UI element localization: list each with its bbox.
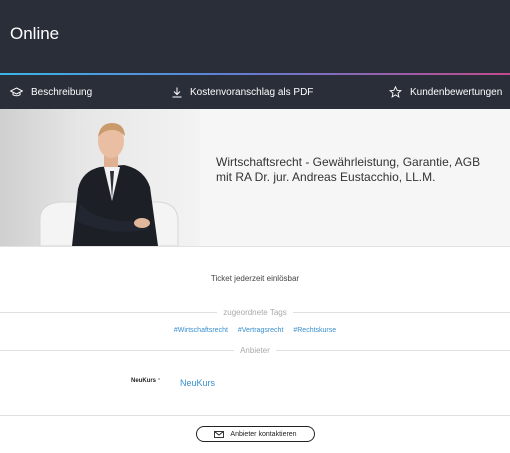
tab-navigation: Beschreibung Kostenvoranschlag als PDF K… [0, 75, 510, 109]
contact-provider-label: Anbieter kontaktieren [230, 430, 297, 438]
provider-logo: NeuKurs ° [131, 378, 161, 384]
tab-beschreibung[interactable]: Beschreibung [10, 75, 92, 109]
mail-icon [214, 430, 225, 438]
tags-divider: zugeordnete Tags [0, 308, 510, 317]
tab-pdf-download[interactable]: Kostenvoranschlag als PDF [172, 75, 313, 109]
instructor-photo [0, 109, 200, 246]
provider-heading: Anbieter [234, 346, 276, 355]
provider-name-link[interactable]: NeuKurs [180, 378, 215, 388]
tab-beschreibung-label: Beschreibung [31, 86, 93, 98]
star-icon [389, 86, 402, 98]
ticket-note: Ticket jederzeit einlösbar [210, 274, 300, 283]
tag-link[interactable]: #Vertragsrecht [238, 327, 284, 334]
tags-heading: zugeordnete Tags [217, 308, 293, 317]
section-separator [0, 415, 510, 416]
course-title: Wirtschaftsrecht - Gewährleistung, Garan… [216, 155, 481, 184]
tab-pdf-download-label: Kostenvoranschlag als PDF [190, 86, 314, 98]
contact-provider-button[interactable]: Anbieter kontaktieren [196, 426, 315, 442]
tag-link[interactable]: #Rechtskurse [293, 327, 336, 334]
tag-link[interactable]: #Wirtschaftsrecht [174, 327, 228, 334]
provider-divider: Anbieter [0, 346, 510, 355]
download-icon [172, 87, 182, 97]
graduation-cap-icon [10, 87, 23, 97]
tab-kundenbewertungen[interactable]: Kundenbewertungen [389, 75, 502, 109]
tag-list: #Wirtschaftsrecht #Vertragsrecht #Rechts… [0, 327, 510, 334]
top-header: Online [0, 0, 510, 74]
page-title: Online [10, 24, 60, 43]
tab-kundenbewertungen-label: Kundenbewertungen [410, 86, 503, 98]
course-hero: Wirtschaftsrecht - Gewährleistung, Garan… [0, 109, 510, 247]
